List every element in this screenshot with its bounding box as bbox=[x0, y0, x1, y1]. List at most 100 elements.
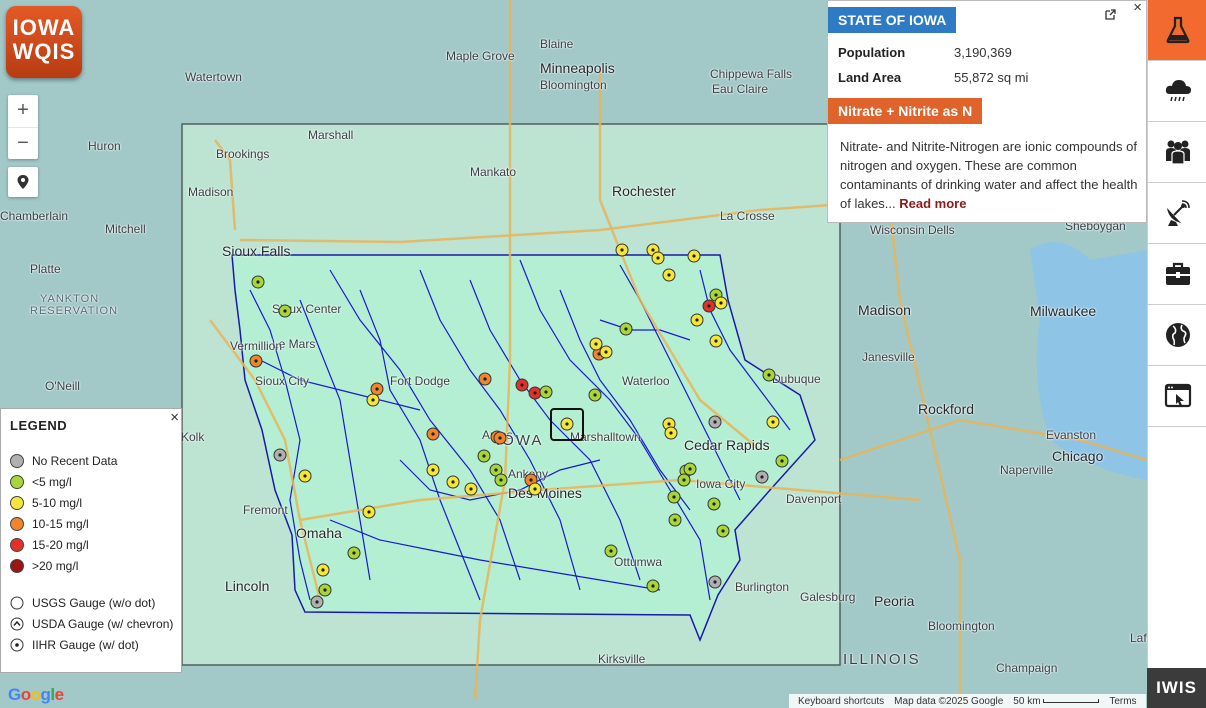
keyboard-shortcuts-link[interactable]: Keyboard shortcuts bbox=[793, 696, 889, 707]
usda-gauge-icon bbox=[10, 617, 24, 631]
legend-panel: × LEGEND No Recent Data <5 mg/l 5-10 mg/l 1… bbox=[0, 408, 182, 673]
monitoring-site-marker[interactable] bbox=[539, 385, 553, 399]
monitoring-site-marker[interactable] bbox=[478, 372, 492, 386]
state-title: STATE OF IOWA bbox=[828, 7, 957, 33]
scale-bar: 50 km bbox=[1008, 696, 1104, 707]
legend-item: <5 mg/l bbox=[10, 475, 72, 489]
legend-swatch bbox=[10, 475, 24, 489]
read-more-link[interactable]: Read more bbox=[899, 196, 966, 211]
monitoring-site-marker[interactable] bbox=[651, 251, 665, 265]
legend-label: <5 mg/l bbox=[32, 475, 72, 489]
monitoring-site-marker[interactable] bbox=[708, 415, 722, 429]
legend-label: 10-15 mg/l bbox=[32, 517, 89, 531]
monitoring-site-marker[interactable] bbox=[716, 524, 730, 538]
state-info-panel: STATE OF IOWA × Population 3,190,369 Lan… bbox=[827, 0, 1147, 223]
monitoring-site-marker[interactable] bbox=[362, 505, 376, 519]
monitoring-site-marker[interactable] bbox=[560, 417, 574, 431]
zoom-in-button[interactable]: + bbox=[8, 95, 38, 127]
monitoring-site-marker[interactable] bbox=[714, 296, 728, 310]
iwis-button[interactable]: IWIS bbox=[1147, 668, 1206, 708]
sidebar-button-flask[interactable] bbox=[1148, 0, 1206, 61]
population-value: 3,190,369 bbox=[954, 45, 1012, 60]
usgs-gauge-icon bbox=[10, 596, 24, 610]
monitoring-site-marker[interactable] bbox=[604, 544, 618, 558]
legend-title: LEGEND bbox=[10, 418, 68, 433]
monitoring-site-marker[interactable] bbox=[662, 268, 676, 282]
monitoring-site-marker[interactable] bbox=[690, 313, 704, 327]
monitoring-site-marker[interactable] bbox=[667, 490, 681, 504]
iihr-gauge-icon bbox=[10, 638, 24, 652]
monitoring-site-marker[interactable] bbox=[755, 470, 769, 484]
monitoring-site-marker[interactable] bbox=[298, 469, 312, 483]
terms-link[interactable]: Terms bbox=[1104, 696, 1141, 707]
sidebar-button-people[interactable] bbox=[1148, 122, 1206, 183]
monitoring-site-marker[interactable] bbox=[615, 243, 629, 257]
info-close-button[interactable]: × bbox=[1133, 0, 1142, 16]
legend-close-button[interactable]: × bbox=[170, 409, 179, 426]
monitoring-site-marker[interactable] bbox=[687, 249, 701, 263]
sidebar-button-satellite-dish[interactable] bbox=[1148, 183, 1206, 244]
monitoring-site-marker[interactable] bbox=[249, 354, 263, 368]
monitoring-site-marker[interactable] bbox=[370, 382, 384, 396]
legend-label: 5-10 mg/l bbox=[32, 496, 83, 510]
monitoring-site-marker[interactable] bbox=[366, 393, 380, 407]
monitoring-site-marker[interactable] bbox=[668, 513, 682, 527]
legend-item: No Recent Data bbox=[10, 454, 117, 468]
legend-label: >20 mg/l bbox=[32, 559, 79, 573]
zoom-control[interactable]: + − bbox=[8, 95, 38, 159]
monitoring-site-marker[interactable] bbox=[589, 337, 603, 351]
legend-gauge-item: USDA Gauge (w/ chevron) bbox=[10, 617, 173, 631]
zoom-out-button[interactable]: − bbox=[8, 127, 38, 159]
monitoring-site-marker[interactable] bbox=[707, 497, 721, 511]
satellite-dish-icon bbox=[1163, 198, 1193, 228]
monitoring-site-marker[interactable] bbox=[619, 322, 633, 336]
monitoring-site-marker[interactable] bbox=[273, 448, 287, 462]
land-area-label: Land Area bbox=[838, 70, 902, 85]
monitoring-site-marker[interactable] bbox=[599, 345, 613, 359]
monitoring-site-marker[interactable] bbox=[528, 386, 542, 400]
monitoring-site-marker[interactable] bbox=[515, 378, 529, 392]
monitoring-site-marker[interactable] bbox=[426, 427, 440, 441]
sidebar-button-browser-click[interactable] bbox=[1148, 366, 1206, 427]
monitoring-site-marker[interactable] bbox=[683, 462, 697, 476]
monitoring-site-marker[interactable] bbox=[528, 482, 542, 496]
sidebar-button-globe[interactable] bbox=[1148, 305, 1206, 366]
iowa-wqis-logo[interactable]: IOWA WQIS bbox=[6, 6, 82, 78]
monitoring-site-marker[interactable] bbox=[493, 431, 507, 445]
monitoring-site-marker[interactable] bbox=[310, 595, 324, 609]
monitoring-site-marker[interactable] bbox=[426, 463, 440, 477]
monitoring-site-marker[interactable] bbox=[646, 579, 660, 593]
monitoring-site-marker[interactable] bbox=[251, 275, 265, 289]
legend-label: No Recent Data bbox=[32, 454, 118, 468]
legend-gauge-item: USGS Gauge (w/o dot) bbox=[10, 596, 155, 610]
monitoring-site-marker[interactable] bbox=[762, 368, 776, 382]
legend-item: 5-10 mg/l bbox=[10, 496, 82, 510]
monitoring-site-marker[interactable] bbox=[347, 546, 361, 560]
legend-gauge-item: IIHR Gauge (w/ dot) bbox=[10, 638, 139, 652]
monitoring-site-marker[interactable] bbox=[588, 388, 602, 402]
legend-label: USDA Gauge (w/ chevron) bbox=[32, 617, 174, 631]
legend-swatch bbox=[10, 517, 24, 531]
monitoring-site-marker[interactable] bbox=[709, 334, 723, 348]
map-pin-icon bbox=[17, 175, 29, 189]
monitoring-site-marker[interactable] bbox=[775, 454, 789, 468]
monitoring-site-marker[interactable] bbox=[708, 575, 722, 589]
monitoring-site-marker[interactable] bbox=[464, 482, 478, 496]
monitoring-site-marker[interactable] bbox=[316, 563, 330, 577]
monitoring-site-marker[interactable] bbox=[477, 449, 491, 463]
monitoring-site-marker[interactable] bbox=[494, 473, 508, 487]
sidebar-button-toolbox[interactable] bbox=[1148, 244, 1206, 305]
map-data-credit: Map data ©2025 Google bbox=[894, 695, 1004, 707]
monitoring-site-marker[interactable] bbox=[446, 475, 460, 489]
legend-label: IIHR Gauge (w/ dot) bbox=[32, 638, 139, 652]
locate-button[interactable] bbox=[8, 167, 38, 197]
external-link-icon[interactable] bbox=[1105, 9, 1116, 20]
sidebar-button-rain-cloud[interactable] bbox=[1148, 61, 1206, 122]
legend-item: 15-20 mg/l bbox=[10, 538, 89, 552]
monitoring-site-marker[interactable] bbox=[766, 415, 780, 429]
monitoring-site-marker[interactable] bbox=[702, 299, 716, 313]
monitoring-site-marker[interactable] bbox=[318, 583, 332, 597]
monitoring-site-marker[interactable] bbox=[664, 426, 678, 440]
monitoring-site-marker[interactable] bbox=[677, 473, 691, 487]
monitoring-site-marker[interactable] bbox=[278, 304, 292, 318]
